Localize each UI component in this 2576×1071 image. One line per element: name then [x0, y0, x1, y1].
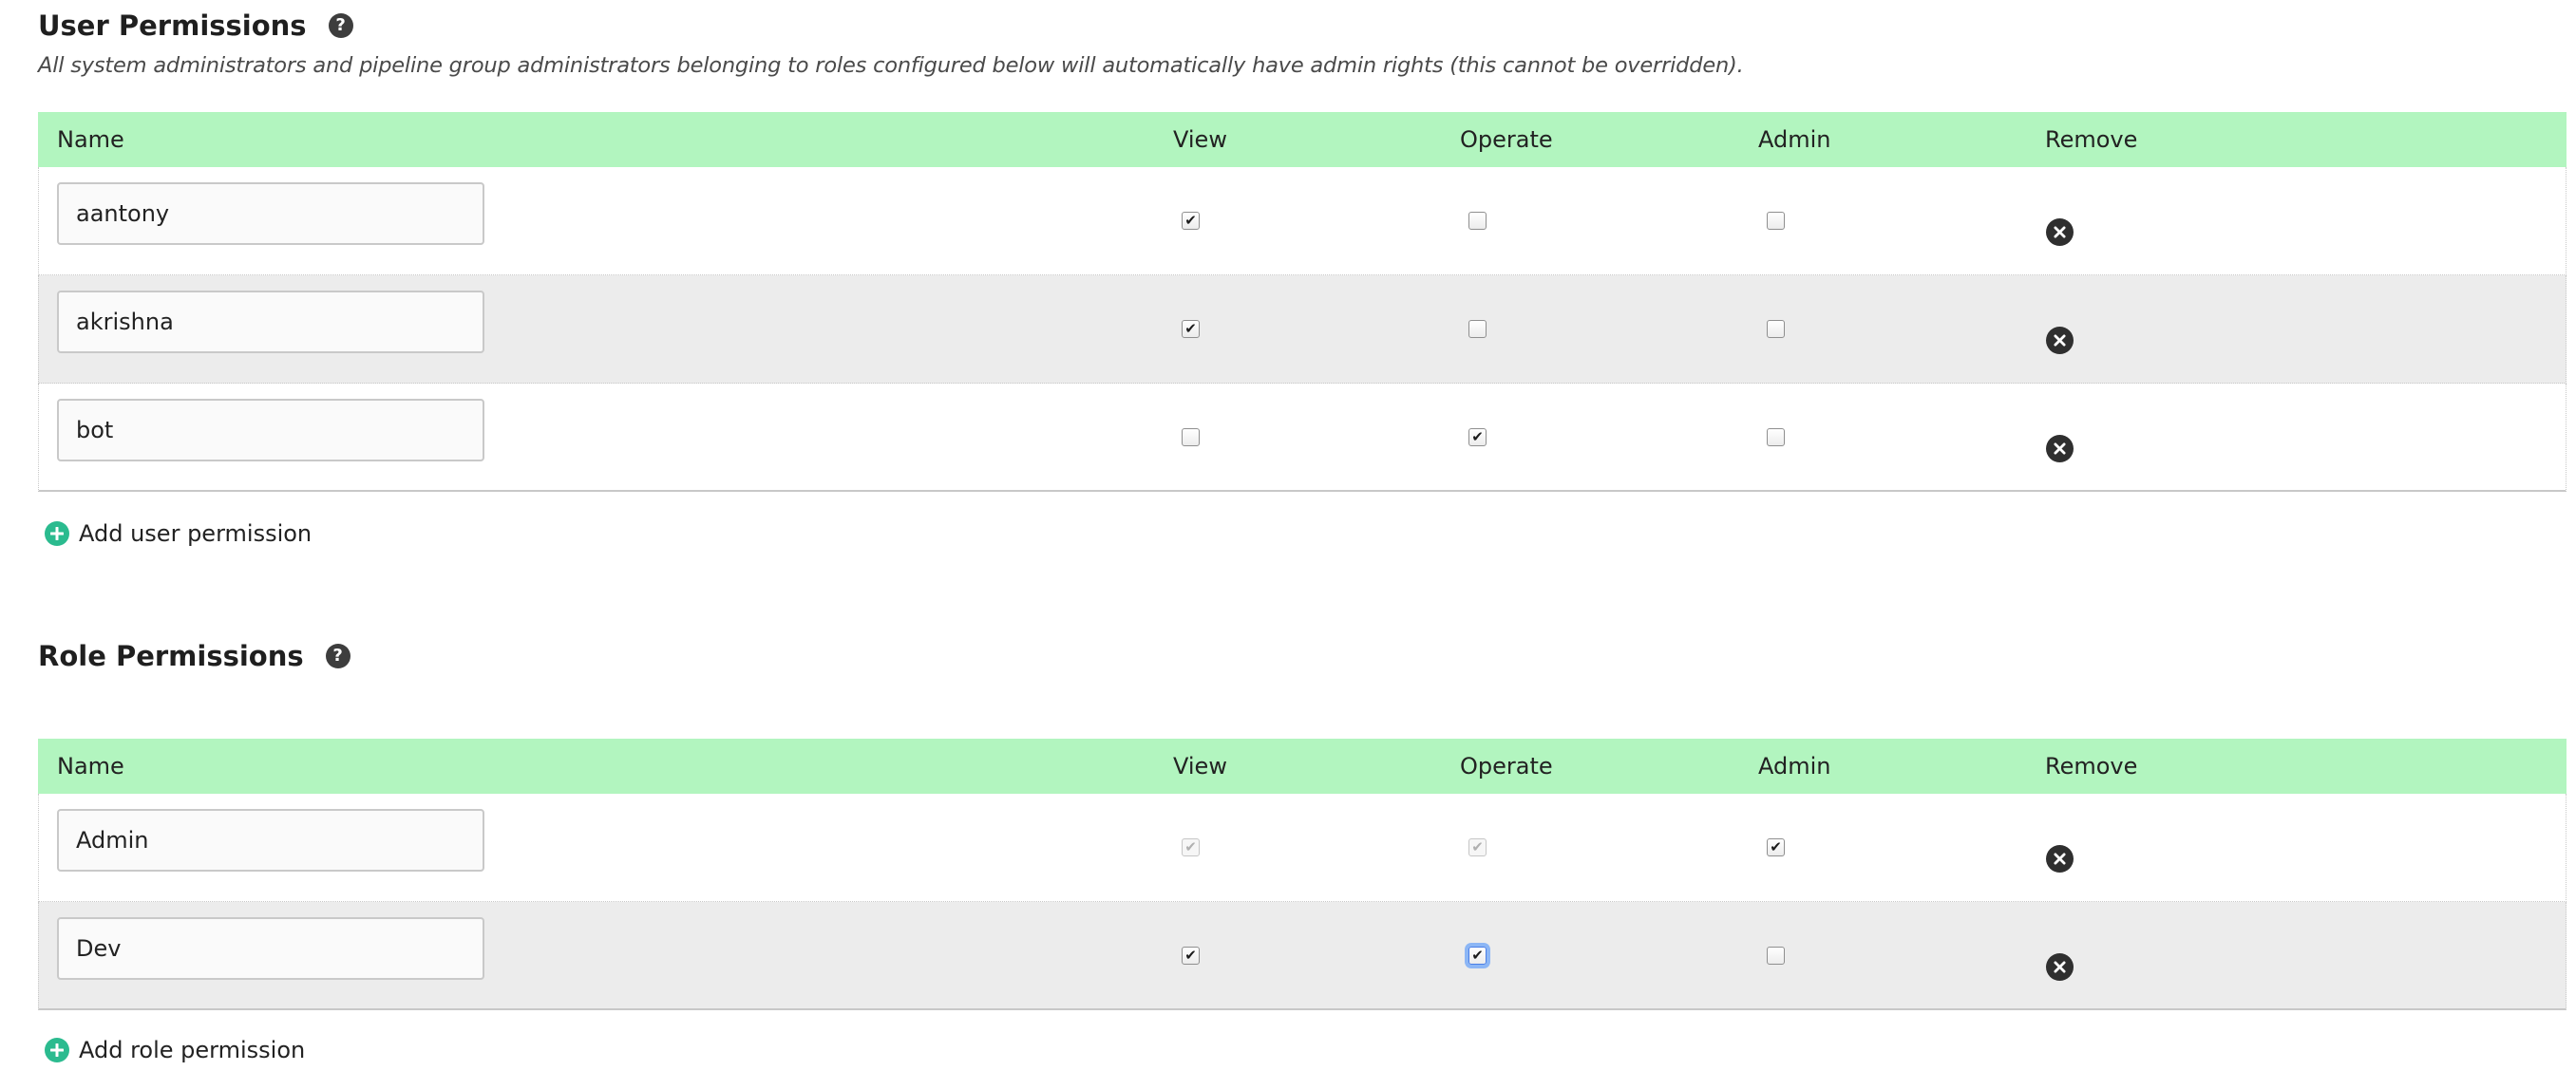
times-circle-icon[interactable]	[2046, 953, 2074, 981]
checkmark-icon: ✔	[1471, 947, 1484, 964]
role-permissions-title: Role Permissions ?	[38, 636, 350, 676]
user-name-input[interactable]	[57, 399, 484, 461]
user-permissions-title: User Permissions ?	[38, 6, 353, 46]
role-permissions-table: Name View Operate Admin Remove ✔ ✔ ✔ ✔ ✔…	[38, 739, 2567, 1010]
checkmark-icon: ✔	[1184, 838, 1197, 855]
user-permissions-table: Name View Operate Admin Remove ✔ ✔ ✔ ✔ ✔…	[38, 112, 2567, 492]
admin-checkbox[interactable]: ✔	[1767, 428, 1785, 446]
table-row: ✔ ✔ ✔	[38, 384, 2567, 492]
header-operate: Operate	[1460, 126, 1553, 153]
user-permissions-note: All system administrators and pipeline g…	[38, 53, 1744, 78]
checkmark-icon: ✔	[1770, 838, 1782, 855]
table-row: ✔ ✔ ✔	[38, 167, 2567, 275]
view-checkbox[interactable]: ✔	[1182, 212, 1200, 230]
add-user-permission-label: Add user permission	[79, 520, 313, 547]
checkmark-icon: ✔	[1184, 212, 1197, 229]
table-header: Name View Operate Admin Remove	[38, 739, 2567, 794]
table-row: ✔ ✔ ✔	[38, 275, 2567, 384]
admin-checkbox[interactable]: ✔	[1767, 320, 1785, 338]
checkmark-icon: ✔	[1184, 947, 1197, 964]
times-circle-icon[interactable]	[2046, 327, 2074, 354]
view-checkbox[interactable]: ✔	[1182, 947, 1200, 965]
header-admin: Admin	[1758, 753, 1831, 780]
header-operate: Operate	[1460, 753, 1553, 780]
question-circle-icon[interactable]: ?	[325, 644, 350, 668]
table-row: ✔ ✔ ✔	[38, 794, 2567, 902]
add-user-permission-link[interactable]: Add user permission	[45, 520, 312, 547]
header-remove: Remove	[2045, 126, 2138, 153]
operate-checkbox[interactable]: ✔	[1468, 947, 1487, 965]
times-circle-icon[interactable]	[2046, 435, 2074, 462]
question-circle-icon[interactable]: ?	[328, 13, 353, 38]
operate-checkbox[interactable]: ✔	[1468, 320, 1487, 338]
operate-checkbox[interactable]: ✔	[1468, 428, 1487, 446]
operate-checkbox[interactable]: ✔	[1468, 212, 1487, 230]
user-permissions-title-text: User Permissions	[38, 9, 307, 42]
view-checkbox[interactable]: ✔	[1182, 428, 1200, 446]
role-permissions-title-text: Role Permissions	[38, 640, 304, 672]
view-checkbox[interactable]: ✔	[1182, 320, 1200, 338]
header-name: Name	[57, 126, 124, 153]
admin-checkbox[interactable]: ✔	[1767, 212, 1785, 230]
plus-circle-icon	[45, 521, 69, 546]
header-name: Name	[57, 753, 124, 780]
plus-circle-icon	[45, 1038, 69, 1062]
checkmark-icon: ✔	[1184, 320, 1197, 337]
user-name-input[interactable]	[57, 291, 484, 353]
user-name-input[interactable]	[57, 182, 484, 245]
admin-checkbox[interactable]: ✔	[1767, 947, 1785, 965]
view-checkbox: ✔	[1182, 838, 1200, 856]
checkmark-icon: ✔	[1471, 838, 1484, 855]
role-name-input[interactable]	[57, 809, 484, 872]
header-admin: Admin	[1758, 126, 1831, 153]
permissions-page: User Permissions ? All system administra…	[0, 0, 2576, 1071]
add-role-permission-label: Add role permission	[79, 1037, 306, 1063]
role-name-input[interactable]	[57, 917, 484, 980]
times-circle-icon[interactable]	[2046, 845, 2074, 873]
checkmark-icon: ✔	[1471, 428, 1484, 445]
admin-checkbox[interactable]: ✔	[1767, 838, 1785, 856]
add-role-permission-link[interactable]: Add role permission	[45, 1037, 305, 1063]
header-view: View	[1173, 753, 1227, 780]
header-remove: Remove	[2045, 753, 2138, 780]
table-row: ✔ ✔ ✔	[38, 902, 2567, 1010]
operate-checkbox: ✔	[1468, 838, 1487, 856]
table-header: Name View Operate Admin Remove	[38, 112, 2567, 167]
header-view: View	[1173, 126, 1227, 153]
times-circle-icon[interactable]	[2046, 218, 2074, 246]
